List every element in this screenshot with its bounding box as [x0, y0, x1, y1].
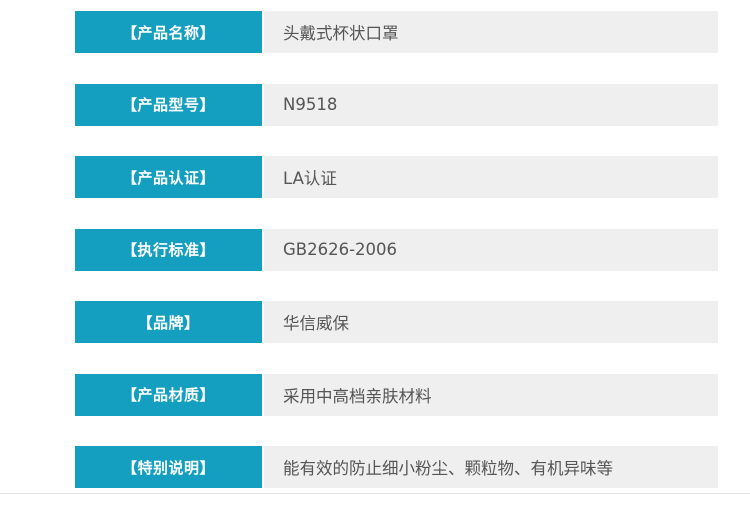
- spec-value: N9518: [264, 83, 718, 126]
- spec-label: 【产品材质】: [75, 373, 262, 416]
- spec-row-special-note: 【特别说明】 能有效的防止细小粉尘、颗粒物、有机异味等: [75, 446, 718, 488]
- spec-row-standard: 【执行标准】 GB2626-2006: [75, 228, 718, 271]
- spec-value: 采用中高档亲肤材料: [264, 373, 718, 416]
- spec-label: 【执行标准】: [75, 228, 262, 271]
- spec-row-brand: 【品牌】 华信威保: [75, 301, 718, 343]
- spec-label: 【产品认证】: [75, 156, 262, 198]
- spec-value: 头戴式杯状口罩: [264, 11, 718, 53]
- spec-value: GB2626-2006: [264, 228, 718, 271]
- product-spec-table: 【产品名称】 头戴式杯状口罩 【产品型号】 N9518 【产品认证】 LA认证 …: [75, 11, 718, 519]
- spec-row-certification: 【产品认证】 LA认证: [75, 156, 718, 198]
- spec-value: 能有效的防止细小粉尘、颗粒物、有机异味等: [264, 446, 718, 488]
- spec-label: 【产品名称】: [75, 11, 262, 53]
- spec-row-product-name: 【产品名称】 头戴式杯状口罩: [75, 11, 718, 53]
- spec-value: 华信威保: [264, 301, 718, 343]
- spec-row-product-model: 【产品型号】 N9518: [75, 83, 718, 126]
- spec-value: LA认证: [264, 156, 718, 198]
- bottom-divider: [0, 493, 750, 494]
- spec-label: 【特别说明】: [75, 446, 262, 488]
- spec-label: 【产品型号】: [75, 83, 262, 126]
- spec-label: 【品牌】: [75, 301, 262, 343]
- spec-row-material: 【产品材质】 采用中高档亲肤材料: [75, 373, 718, 416]
